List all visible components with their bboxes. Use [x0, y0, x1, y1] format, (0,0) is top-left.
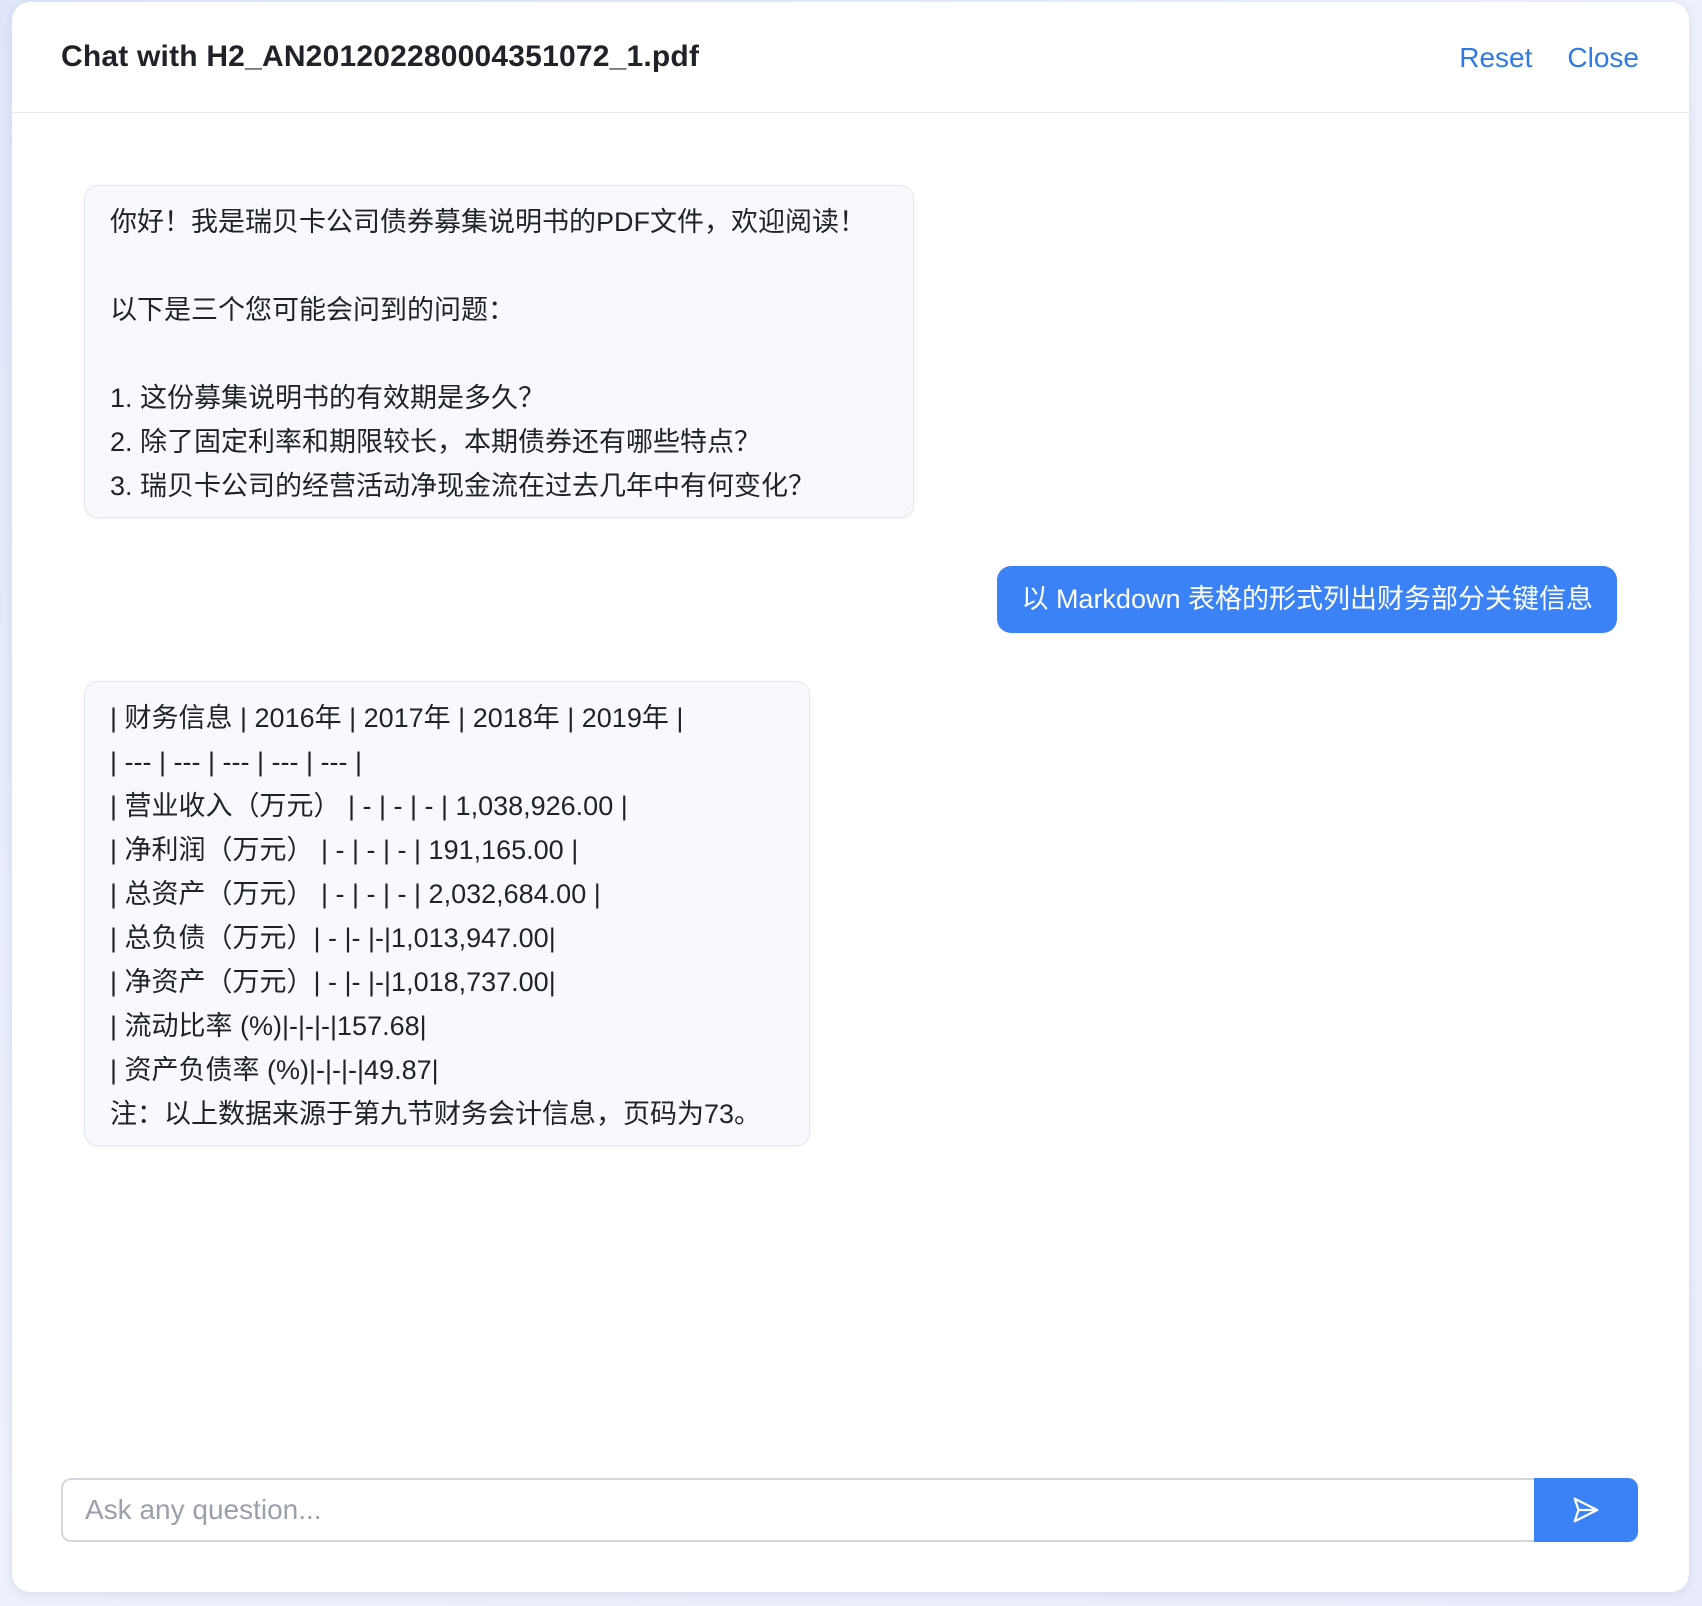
- message-line: 你好！我是瑞贝卡公司债券募集说明书的PDF文件，欢迎阅读！: [110, 207, 866, 237]
- header-actions: Reset Close: [1459, 42, 1639, 74]
- send-icon: [1573, 1497, 1599, 1523]
- chat-dialog: Chat with H2_AN201202280004351072_1.pdf …: [12, 2, 1689, 1592]
- composer: [61, 1478, 1638, 1542]
- message-line: | 财务信息 | 2016年 | 2017年 | 2018年 | 2019年 |: [110, 703, 684, 733]
- message-line: | 净资产（万元）| - |- |-|1,018,737.00|: [110, 967, 556, 997]
- message-line: 以下是三个您可能会问到的问题：: [110, 295, 515, 325]
- message-line: 注：以上数据来源于第九节财务会计信息，页码为73。: [110, 1099, 762, 1129]
- reset-button[interactable]: Reset: [1459, 42, 1532, 74]
- chat-header: Chat with H2_AN201202280004351072_1.pdf …: [12, 2, 1689, 113]
- close-button[interactable]: Close: [1567, 42, 1639, 74]
- message-line: | 营业收入（万元） | - | - | - | 1,038,926.00 |: [110, 791, 628, 821]
- message-line: | 资产负债率 (%)|-|-|-|49.87|: [110, 1055, 439, 1085]
- question-input[interactable]: [61, 1478, 1534, 1542]
- message-line: [110, 332, 888, 376]
- message-line: 1. 这份募集说明书的有效期是多久？: [110, 383, 546, 413]
- message-line: | 净利润（万元） | - | - | - | 191,165.00 |: [110, 835, 579, 865]
- message-line: 2. 除了固定利率和期限较长，本期债券还有哪些特点？: [110, 427, 762, 457]
- message-line: | --- | --- | --- | --- | --- |: [110, 747, 362, 777]
- user-message: 以 Markdown 表格的形式列出财务部分关键信息: [997, 566, 1617, 633]
- assistant-message: | 财务信息 | 2016年 | 2017年 | 2018年 | 2019年 |…: [84, 681, 810, 1146]
- send-button[interactable]: [1534, 1478, 1638, 1542]
- message-line: | 总负债（万元）| - |- |-|1,013,947.00|: [110, 923, 556, 953]
- message-list: 你好！我是瑞贝卡公司债券募集说明书的PDF文件，欢迎阅读！ 以下是三个您可能会问…: [12, 114, 1689, 1454]
- assistant-message: 你好！我是瑞贝卡公司债券募集说明书的PDF文件，欢迎阅读！ 以下是三个您可能会问…: [84, 185, 914, 518]
- chat-title: Chat with H2_AN201202280004351072_1.pdf: [61, 40, 700, 73]
- message-line: [110, 244, 888, 288]
- message-line: | 总资产（万元） | - | - | - | 2,032,684.00 |: [110, 879, 601, 909]
- message-line: 3. 瑞贝卡公司的经营活动净现金流在过去几年中有何变化？: [110, 471, 816, 501]
- message-line: | 流动比率 (%)|-|-|-|157.68|: [110, 1011, 427, 1041]
